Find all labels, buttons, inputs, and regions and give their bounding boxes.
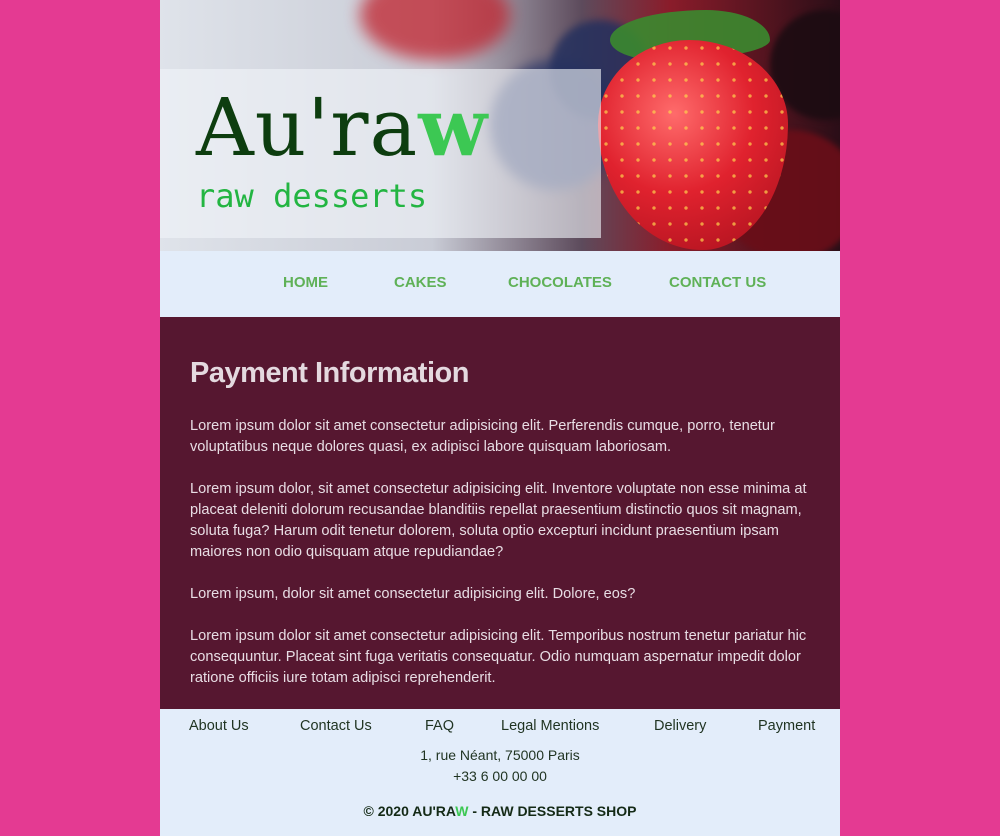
nav-item-cakes[interactable]: CAKES [394,274,447,291]
page-title: Payment Information [190,357,469,389]
page-container: Au'raw raw desserts HOME CAKES CHOCOLATE… [160,0,840,836]
hero-fruit-blur [360,0,510,60]
footer-link-faq[interactable]: FAQ [425,718,454,734]
paragraph: Lorem ipsum dolor sit amet consectetur a… [190,418,775,455]
footer-link-legal-mentions[interactable]: Legal Mentions [501,718,599,734]
footer-phone: +33 6 00 00 00 [453,768,547,784]
nav-item-home[interactable]: HOME [283,274,328,291]
footer-link-contact-us[interactable]: Contact Us [300,718,372,734]
copyright-prefix: © 2020 AU'RA [363,803,456,819]
footer-link-delivery[interactable]: Delivery [654,718,706,734]
nav-item-contact-us[interactable]: CONTACT US [669,274,766,291]
nav-item-chocolates[interactable]: CHOCOLATES [508,274,612,291]
paragraph: Lorem ipsum dolor, sit amet consectetur … [190,481,807,560]
footer-address: 1, rue Néant, 75000 Paris [420,747,580,763]
footer-link-about-us[interactable]: About Us [189,718,249,734]
copyright-accent: W [455,803,469,819]
paragraph: Lorem ipsum, dolor sit amet consectetur … [190,586,636,602]
hero-banner: Au'raw raw desserts [160,0,840,251]
main-nav: HOME CAKES CHOCOLATES CONTACT US [160,251,840,317]
logo-main-text: Au'ra [196,81,419,174]
logo[interactable]: Au'raw [196,82,488,173]
copyright-suffix: - RAW DESSERTS SHOP [468,803,637,819]
logo-tagline: raw desserts [196,177,428,215]
footer-copyright: © 2020 AU'RAW - RAW DESSERTS SHOP [160,803,840,819]
logo-accent-text: w [418,80,489,174]
footer-link-payment[interactable]: Payment [758,718,815,734]
main-content: Payment Information Lorem ipsum dolor si… [160,317,840,709]
paragraph: Lorem ipsum dolor sit amet consectetur a… [190,628,807,686]
